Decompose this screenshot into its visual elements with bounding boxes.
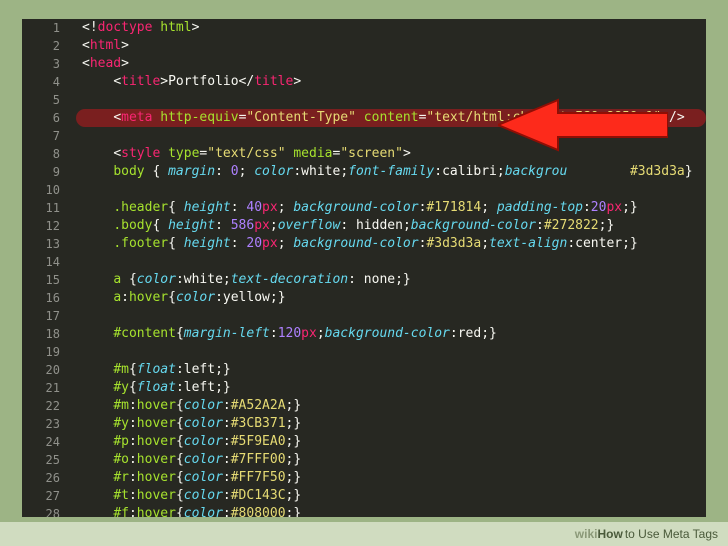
line-number: 14 [22,253,60,271]
line-number: 25 [22,451,60,469]
line-number: 12 [22,217,60,235]
line-number: 7 [22,127,60,145]
code-line[interactable]: #p:hover{color:#5F9EA0;} [82,433,706,451]
code-line[interactable]: .header{ height: 40px; background-color:… [82,199,706,217]
line-number: 10 [22,181,60,199]
code-line[interactable]: #y{float:left;} [82,379,706,397]
code-editor[interactable]: 1234567891011121314151617181920212223242… [22,19,706,517]
attribution-footer: wikiHow to Use Meta Tags [0,522,728,546]
code-line[interactable]: a {color:white;text-decoration: none;} [82,271,706,289]
code-line[interactable]: #o:hover{color:#7FFF00;} [82,451,706,469]
line-number: 17 [22,307,60,325]
line-number: 15 [22,271,60,289]
line-number: 28 [22,505,60,517]
code-line[interactable] [82,253,706,271]
line-number: 20 [22,361,60,379]
line-number: 2 [22,37,60,55]
line-number: 22 [22,397,60,415]
line-number: 26 [22,469,60,487]
code-line[interactable]: body { margin: 0; color:white;font-famil… [82,163,706,181]
code-line[interactable] [82,343,706,361]
code-line[interactable]: <!doctype html> [82,19,706,37]
code-line[interactable]: #r:hover{color:#FF7F50;} [82,469,706,487]
code-area[interactable]: <!doctype html><html><head> <title>Portf… [68,19,706,517]
code-line[interactable]: .footer{ height: 20px; background-color:… [82,235,706,253]
line-number: 5 [22,91,60,109]
line-number: 27 [22,487,60,505]
code-line[interactable]: <style type="text/css" media="screen"> [82,145,706,163]
code-line[interactable] [82,181,706,199]
line-number: 21 [22,379,60,397]
code-line[interactable] [82,91,706,109]
line-number: 3 [22,55,60,73]
line-number: 1 [22,19,60,37]
code-line[interactable] [82,127,706,145]
wiki-label: wiki [575,527,598,541]
code-line[interactable]: #y:hover{color:#3CB371;} [82,415,706,433]
line-number: 24 [22,433,60,451]
line-number: 23 [22,415,60,433]
line-number: 18 [22,325,60,343]
how-label: How [597,527,622,541]
code-line[interactable]: <html> [82,37,706,55]
code-line[interactable]: <head> [82,55,706,73]
line-number: 19 [22,343,60,361]
line-number-gutter: 1234567891011121314151617181920212223242… [22,19,68,517]
code-line[interactable]: #content{margin-left:120px;background-co… [82,325,706,343]
code-line[interactable]: a:hover{color:yellow;} [82,289,706,307]
line-number: 11 [22,199,60,217]
code-line[interactable]: #f:hover{color:#808000;} [82,505,706,517]
footer-title: to Use Meta Tags [625,527,718,541]
line-number: 4 [22,73,60,91]
line-number: 6 [22,109,60,127]
code-line[interactable]: #m{float:left;} [82,361,706,379]
code-line[interactable]: #t:hover{color:#DC143C;} [82,487,706,505]
code-line[interactable]: .body{ height: 586px;overflow: hidden;ba… [82,217,706,235]
line-number: 13 [22,235,60,253]
line-number: 9 [22,163,60,181]
code-line[interactable]: #m:hover{color:#A52A2A;} [82,397,706,415]
code-line[interactable] [82,307,706,325]
code-line[interactable]: <title>Portfolio</title> [82,73,706,91]
line-number: 16 [22,289,60,307]
code-line[interactable]: <meta http-equiv="Content-Type" content=… [76,109,706,127]
line-number: 8 [22,145,60,163]
